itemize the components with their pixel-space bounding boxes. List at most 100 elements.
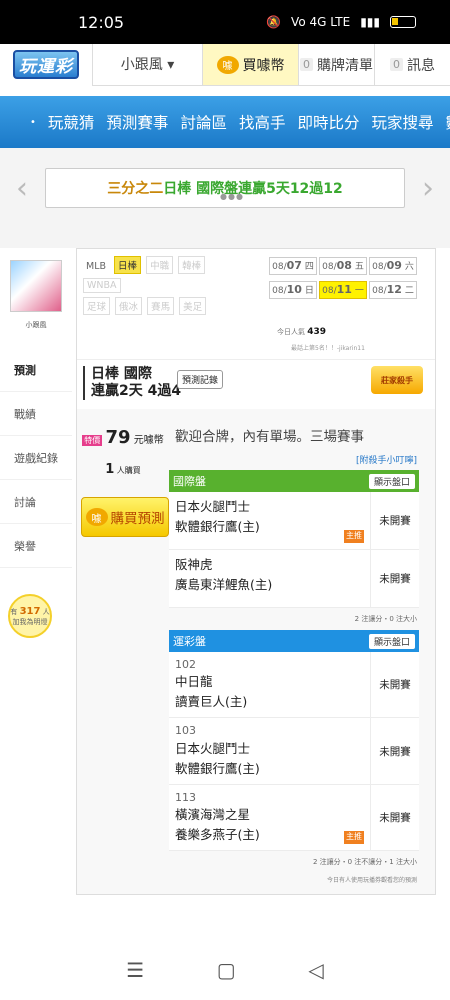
site-logo[interactable]: 玩運彩: [0, 43, 92, 86]
match-status: 未開賽: [379, 515, 411, 527]
sidebar-item-honor[interactable]: 榮譽: [0, 524, 72, 568]
price: 特價 79 元噱幣: [82, 427, 164, 448]
message-count-badge: 0: [390, 58, 403, 71]
filter-nfl[interactable]: 美足: [179, 297, 207, 315]
date-0811[interactable]: 08/11 一: [319, 281, 367, 299]
chevron-right-icon[interactable]: ›: [418, 171, 438, 206]
buy-prediction-label: 購買預測: [110, 511, 165, 527]
killer-tip-link[interactable]: [附殺手小叮嚀]: [169, 453, 419, 470]
messages-link[interactable]: 0 訊息: [374, 44, 450, 85]
show-odds-button[interactable]: 顯示盤口: [368, 473, 415, 489]
status-bar: 12:05 🔕 Vo 4G LTE ▮▮▮: [0, 0, 450, 44]
chevron-left-icon[interactable]: ‹: [12, 171, 32, 206]
system-nav-bar: ☰ ▢ ◁: [0, 940, 450, 1000]
filter-mlb[interactable]: MLB: [83, 260, 109, 273]
purchase-box: 特價 79 元噱幣 1 人購買 噱 購買預測: [77, 409, 169, 894]
banner-prefix: 三分之二: [107, 181, 164, 197]
menu-item-player-search[interactable]: 玩家搜尋: [371, 111, 433, 133]
match-status: 未開賽: [379, 745, 411, 758]
date-0807[interactable]: 08/07 四: [269, 257, 317, 275]
mute-icon: 🔕: [266, 15, 282, 29]
status-icons: 🔕 Vo 4G LTE ▮▮▮: [266, 15, 416, 29]
menu-bullet-icon: •: [30, 116, 36, 128]
popularity: 今日人氣 439: [277, 327, 327, 337]
sidebar-item-game-log[interactable]: 遊戲紀錄: [0, 436, 72, 480]
filter-wnba[interactable]: WNBA: [83, 278, 121, 293]
lottery-panel-title: 運彩盤: [173, 635, 206, 648]
banner-highlight: 日棒 國際盤連贏5天12過12: [163, 181, 343, 197]
home-icon[interactable]: ▢: [217, 958, 236, 982]
match-teams: 日本火腿鬥士 軟體銀行鷹(主) 主推: [169, 492, 371, 549]
filter-soccer[interactable]: 足球: [83, 297, 111, 315]
buyer-count: 1 人購買: [105, 462, 141, 477]
intl-panel-header: 國際盤 顯示盤口: [169, 470, 419, 492]
profile-main: 小跟風 預測 戰績 遊戲紀錄 討論 榮譽 有 317 人 加我為明燈 MLB 日…: [0, 248, 450, 978]
show-odds-button[interactable]: 顯示盤口: [368, 633, 415, 649]
battery-icon: [390, 16, 416, 28]
filter-cpbl[interactable]: 中職: [146, 256, 174, 274]
menu-icon[interactable]: ☰: [126, 958, 144, 982]
list-label: 購牌清單: [317, 57, 373, 74]
league-filters: MLB 日棒 中職 韓棒 WNBA 足球 俄冰 賽馬 美足 08/07 四 08/…: [77, 249, 435, 359]
main-pick-badge: 主推: [344, 530, 364, 543]
match-teams: 102 中日龍 讀賣巨人(主): [169, 652, 371, 718]
sidebar-item-discuss[interactable]: 討論: [0, 480, 72, 524]
signal-icon: ▮▮▮: [360, 15, 380, 29]
date-picker: 08/07 四 08/08 五 08/09 六 08/10 日 08/11 一 08/1…: [269, 257, 431, 305]
coin-icon: 噱: [216, 55, 239, 74]
user-dropdown[interactable]: 小跟風 ▾: [92, 44, 202, 85]
match-teams: 103 日本火腿鬥士 軟體銀行鷹(主): [169, 718, 371, 784]
date-0812[interactable]: 08/12 二: [369, 281, 417, 299]
match-row: 102 中日龍 讀賣巨人(主) 未開賽: [169, 652, 419, 719]
games-list: 歡迎合牌，內有單場。三場賽事 [附殺手小叮嚀] 國際盤 顯示盤口 日本火腿鬥士 …: [169, 409, 419, 894]
intl-panel-footer: 2 注讓分・0 注大小: [354, 615, 417, 623]
match-row: 113 橫濱海灣之星 養樂多燕子(主) 主推 未開賽: [169, 784, 419, 852]
prediction-panel: MLB 日棒 中職 韓棒 WNBA 足球 俄冰 賽馬 美足 08/07 四 08/…: [76, 248, 436, 896]
list-count-badge: 0: [300, 58, 313, 71]
match-status: 未開賽: [379, 679, 411, 692]
date-0809[interactable]: 08/09 六: [369, 257, 417, 275]
match-row: 103 日本火腿鬥士 軟體銀行鷹(主) 未開賽: [169, 718, 419, 785]
back-icon[interactable]: ◁: [308, 958, 323, 982]
lottery-panel-footer: 2 注讓分・0 注不讓分・1 注大小: [312, 858, 417, 867]
spacer: [0, 228, 450, 248]
sidebar-item-record[interactable]: 戰績: [0, 392, 72, 436]
match-status: 未開賽: [379, 573, 411, 585]
menu-item-experts[interactable]: 找高手: [239, 111, 286, 133]
intl-panel-title: 國際盤: [173, 475, 206, 488]
purchase-list-link[interactable]: 0 購牌清單: [298, 44, 374, 85]
filter-khl[interactable]: 俄冰: [115, 297, 143, 315]
clock: 12:05: [78, 12, 125, 32]
prediction-record-button[interactable]: 預測記錄: [177, 370, 224, 389]
bulb-count-line: 有 317 人: [10, 605, 50, 617]
coin-icon: 噱: [85, 508, 108, 526]
date-0808[interactable]: 08/08 五: [319, 257, 367, 275]
promo-banner[interactable]: 三分之二 日棒 國際盤連贏5天12過12: [45, 168, 405, 208]
filter-kbo[interactable]: 韓棒: [178, 256, 206, 274]
match-status: 未開賽: [379, 811, 411, 824]
lottery-panel-header: 運彩盤 顯示盤口: [169, 630, 419, 652]
menu-item-live-score[interactable]: 即時比分: [297, 111, 359, 133]
menu-item-data[interactable]: 數據: [446, 111, 450, 133]
menu-item-guess[interactable]: 玩競猜: [48, 111, 95, 133]
network-indicator: Vo 4G LTE: [291, 15, 351, 29]
follow-lightbulb[interactable]: 有 317 人 加我為明燈: [8, 594, 52, 638]
popularity-sub: 最話上第5名！！-jikarin11: [291, 345, 365, 352]
match-row: 阪神虎 廣島東洋鯉魚(主) 未開賽: [169, 550, 419, 608]
menu-item-predict[interactable]: 預測賽事: [106, 111, 168, 133]
buy-coin-label: 買噱幣: [242, 57, 285, 74]
buy-coin-button[interactable]: 噱 買噱幣: [202, 44, 298, 85]
menu-item-forum[interactable]: 討論區: [180, 111, 227, 133]
avatar-name: 小跟風: [25, 321, 47, 329]
prediction-body: 特價 79 元噱幣 1 人購買 噱 購買預測 歡迎合牌，內有單場。三場賽事 [附…: [77, 409, 435, 894]
filter-npb[interactable]: 日棒: [114, 256, 142, 274]
banner-carousel: ‹ 三分之二 日棒 國際盤連贏5天12過12 ›: [0, 148, 450, 228]
messages-label: 訊息: [407, 57, 435, 74]
sidebar-item-predict[interactable]: 預測: [0, 348, 72, 392]
buy-prediction-button[interactable]: 噱 購買預測: [81, 497, 169, 537]
top-nav: 玩運彩 小跟風 ▾ 噱 買噱幣 0 購牌清單 0 訊息: [0, 43, 450, 86]
match-row: 日本火腿鬥士 軟體銀行鷹(主) 主推 未開賽: [169, 492, 419, 550]
avatar[interactable]: [10, 260, 62, 312]
date-0810[interactable]: 08/10 日: [269, 281, 317, 299]
filter-horse[interactable]: 賽馬: [147, 297, 175, 315]
